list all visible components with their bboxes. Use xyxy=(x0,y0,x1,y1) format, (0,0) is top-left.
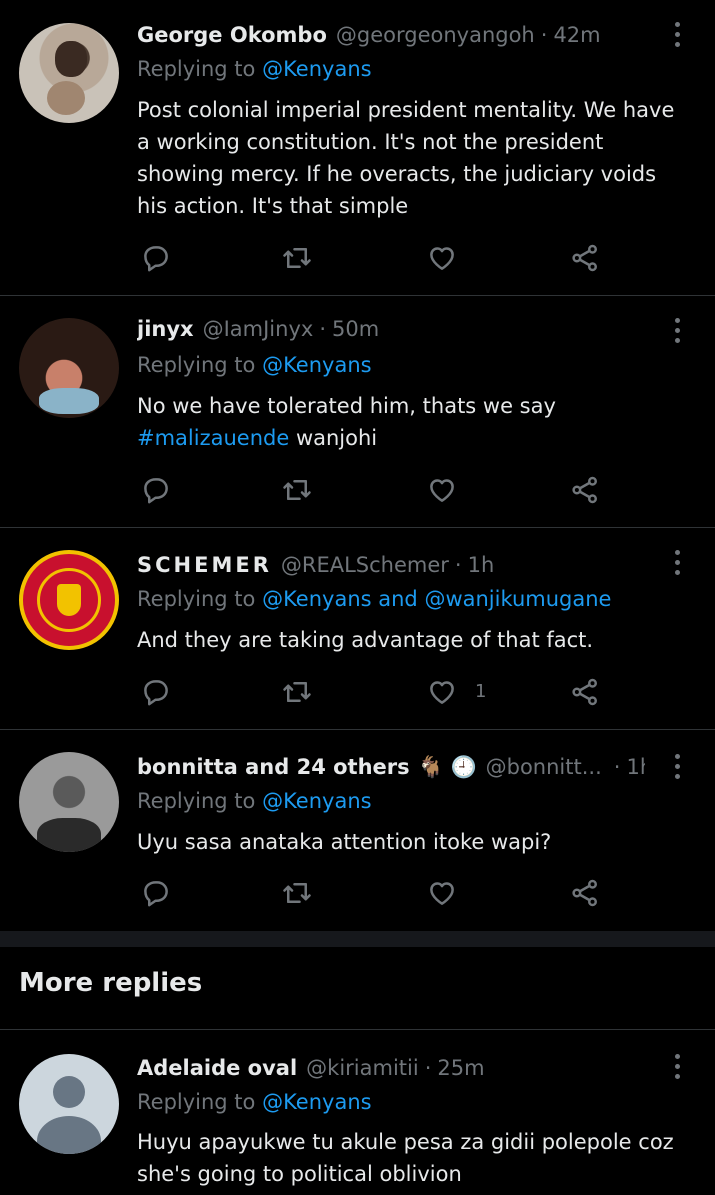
action-bar xyxy=(0,238,715,278)
replying-to-label: Replying to xyxy=(137,353,263,377)
timestamp[interactable]: 25m xyxy=(437,1056,484,1080)
more-replies-heading: More replies xyxy=(19,968,203,998)
replying-to-line: Replying to @Kenyans xyxy=(137,1090,372,1114)
action-bar xyxy=(0,470,715,510)
mention-link[interactable]: @Kenyans xyxy=(262,353,372,377)
like-icon[interactable] xyxy=(422,672,462,712)
avatar[interactable] xyxy=(19,752,119,852)
timestamp[interactable]: 42m xyxy=(553,23,600,47)
timestamp[interactable]: 1h xyxy=(468,553,495,577)
separator-dot: · xyxy=(540,23,548,47)
reply-tweet[interactable]: SCHEMER @REALSchemer · 1h Replying to @K… xyxy=(0,528,715,730)
avatar[interactable] xyxy=(19,23,119,123)
replying-to-label: Replying to xyxy=(137,1090,263,1114)
mention-link[interactable]: @Kenyans and @wanjikumugane xyxy=(262,587,611,611)
reply-icon[interactable] xyxy=(136,873,176,913)
author-name[interactable]: SCHEMER xyxy=(137,553,272,577)
like-icon[interactable] xyxy=(422,470,462,510)
reply-icon[interactable] xyxy=(136,470,176,510)
reply-tweet[interactable]: jinyx @IamJinyx · 50m Replying to @Kenya… xyxy=(0,296,715,528)
replying-to-line: Replying to @Kenyans and @wanjikumugane xyxy=(137,587,611,611)
tweet-text: And they are taking advantage of that fa… xyxy=(137,628,594,652)
separator-dot: · xyxy=(424,1056,432,1080)
timestamp[interactable]: 1h xyxy=(626,755,645,779)
reply-tweet[interactable]: Adelaide oval @kiriamitii · 25m Replying… xyxy=(0,1030,715,1195)
share-icon[interactable] xyxy=(565,873,605,913)
timestamp[interactable]: 50m xyxy=(332,317,379,341)
avatar[interactable] xyxy=(19,318,119,418)
tweet-text: No we have tolerated him, thats we say #… xyxy=(137,390,675,454)
replying-to-label: Replying to xyxy=(137,789,263,813)
like-icon[interactable] xyxy=(422,238,462,278)
hashtag-link[interactable]: #malizauende xyxy=(137,426,289,450)
tweet-text: Post colonial imperial president mentali… xyxy=(137,98,675,218)
avatar-placeholder[interactable] xyxy=(19,1054,119,1154)
more-options-icon[interactable] xyxy=(669,316,685,346)
author-handle[interactable]: @REALSchemer xyxy=(281,553,449,577)
mention-link[interactable]: @Kenyans xyxy=(262,57,372,81)
more-options-icon[interactable] xyxy=(669,1052,685,1082)
avatar[interactable] xyxy=(19,550,119,650)
retweet-icon[interactable] xyxy=(277,672,317,712)
share-icon[interactable] xyxy=(565,470,605,510)
more-options-icon[interactable] xyxy=(669,548,685,578)
reply-tweet[interactable]: George Okombo @georgeonyangoh · 42m Repl… xyxy=(0,0,715,296)
like-icon[interactable] xyxy=(422,873,462,913)
more-options-icon[interactable] xyxy=(669,20,685,50)
author-name[interactable]: Adelaide oval xyxy=(137,1056,297,1080)
replying-to-label: Replying to xyxy=(137,587,263,611)
emoji-badges: 🐐 🕘 xyxy=(417,754,477,779)
separator-dot: · xyxy=(454,553,462,577)
mention-link[interactable]: @Kenyans xyxy=(262,789,372,813)
replying-to-label: Replying to xyxy=(137,57,263,81)
separator-dot: · xyxy=(319,317,326,341)
share-icon[interactable] xyxy=(565,672,605,712)
reply-icon[interactable] xyxy=(136,672,176,712)
share-icon[interactable] xyxy=(565,238,605,278)
section-divider xyxy=(0,931,715,947)
replying-to-line: Replying to @Kenyans xyxy=(137,353,372,377)
author-handle[interactable]: @bonnitt... xyxy=(486,755,602,779)
action-bar: 1 xyxy=(0,672,715,712)
tweet-text: Uyu sasa anataka attention itoke wapi? xyxy=(137,830,552,854)
tweet-text-part: wanjohi xyxy=(289,426,378,450)
more-options-icon[interactable] xyxy=(669,752,685,782)
author-handle[interactable]: @kiriamitii xyxy=(306,1056,419,1080)
author-handle[interactable]: @IamJinyx xyxy=(203,317,314,341)
retweet-icon[interactable] xyxy=(277,238,317,278)
author-name[interactable]: George Okombo xyxy=(137,23,327,47)
like-count: 1 xyxy=(475,681,487,702)
author-handle[interactable]: @georgeonyangoh xyxy=(336,23,535,47)
action-bar xyxy=(0,873,715,913)
retweet-icon[interactable] xyxy=(277,470,317,510)
reply-icon[interactable] xyxy=(136,238,176,278)
author-name[interactable]: jinyx xyxy=(137,317,194,341)
retweet-icon[interactable] xyxy=(277,873,317,913)
tweet-text: Huyu apayukwe tu akule pesa za gidii pol… xyxy=(137,1130,674,1186)
author-name[interactable]: bonnitta and 24 others xyxy=(137,755,410,779)
mention-link[interactable]: @Kenyans xyxy=(262,1090,372,1114)
tweet-text-part: No we have tolerated him, thats we say xyxy=(137,394,556,418)
replying-to-line: Replying to @Kenyans xyxy=(137,789,372,813)
separator-dot: · xyxy=(613,755,621,779)
replying-to-line: Replying to @Kenyans xyxy=(137,57,372,81)
reply-tweet[interactable]: bonnitta and 24 others 🐐 🕘 @bonnitt... ·… xyxy=(0,730,715,931)
